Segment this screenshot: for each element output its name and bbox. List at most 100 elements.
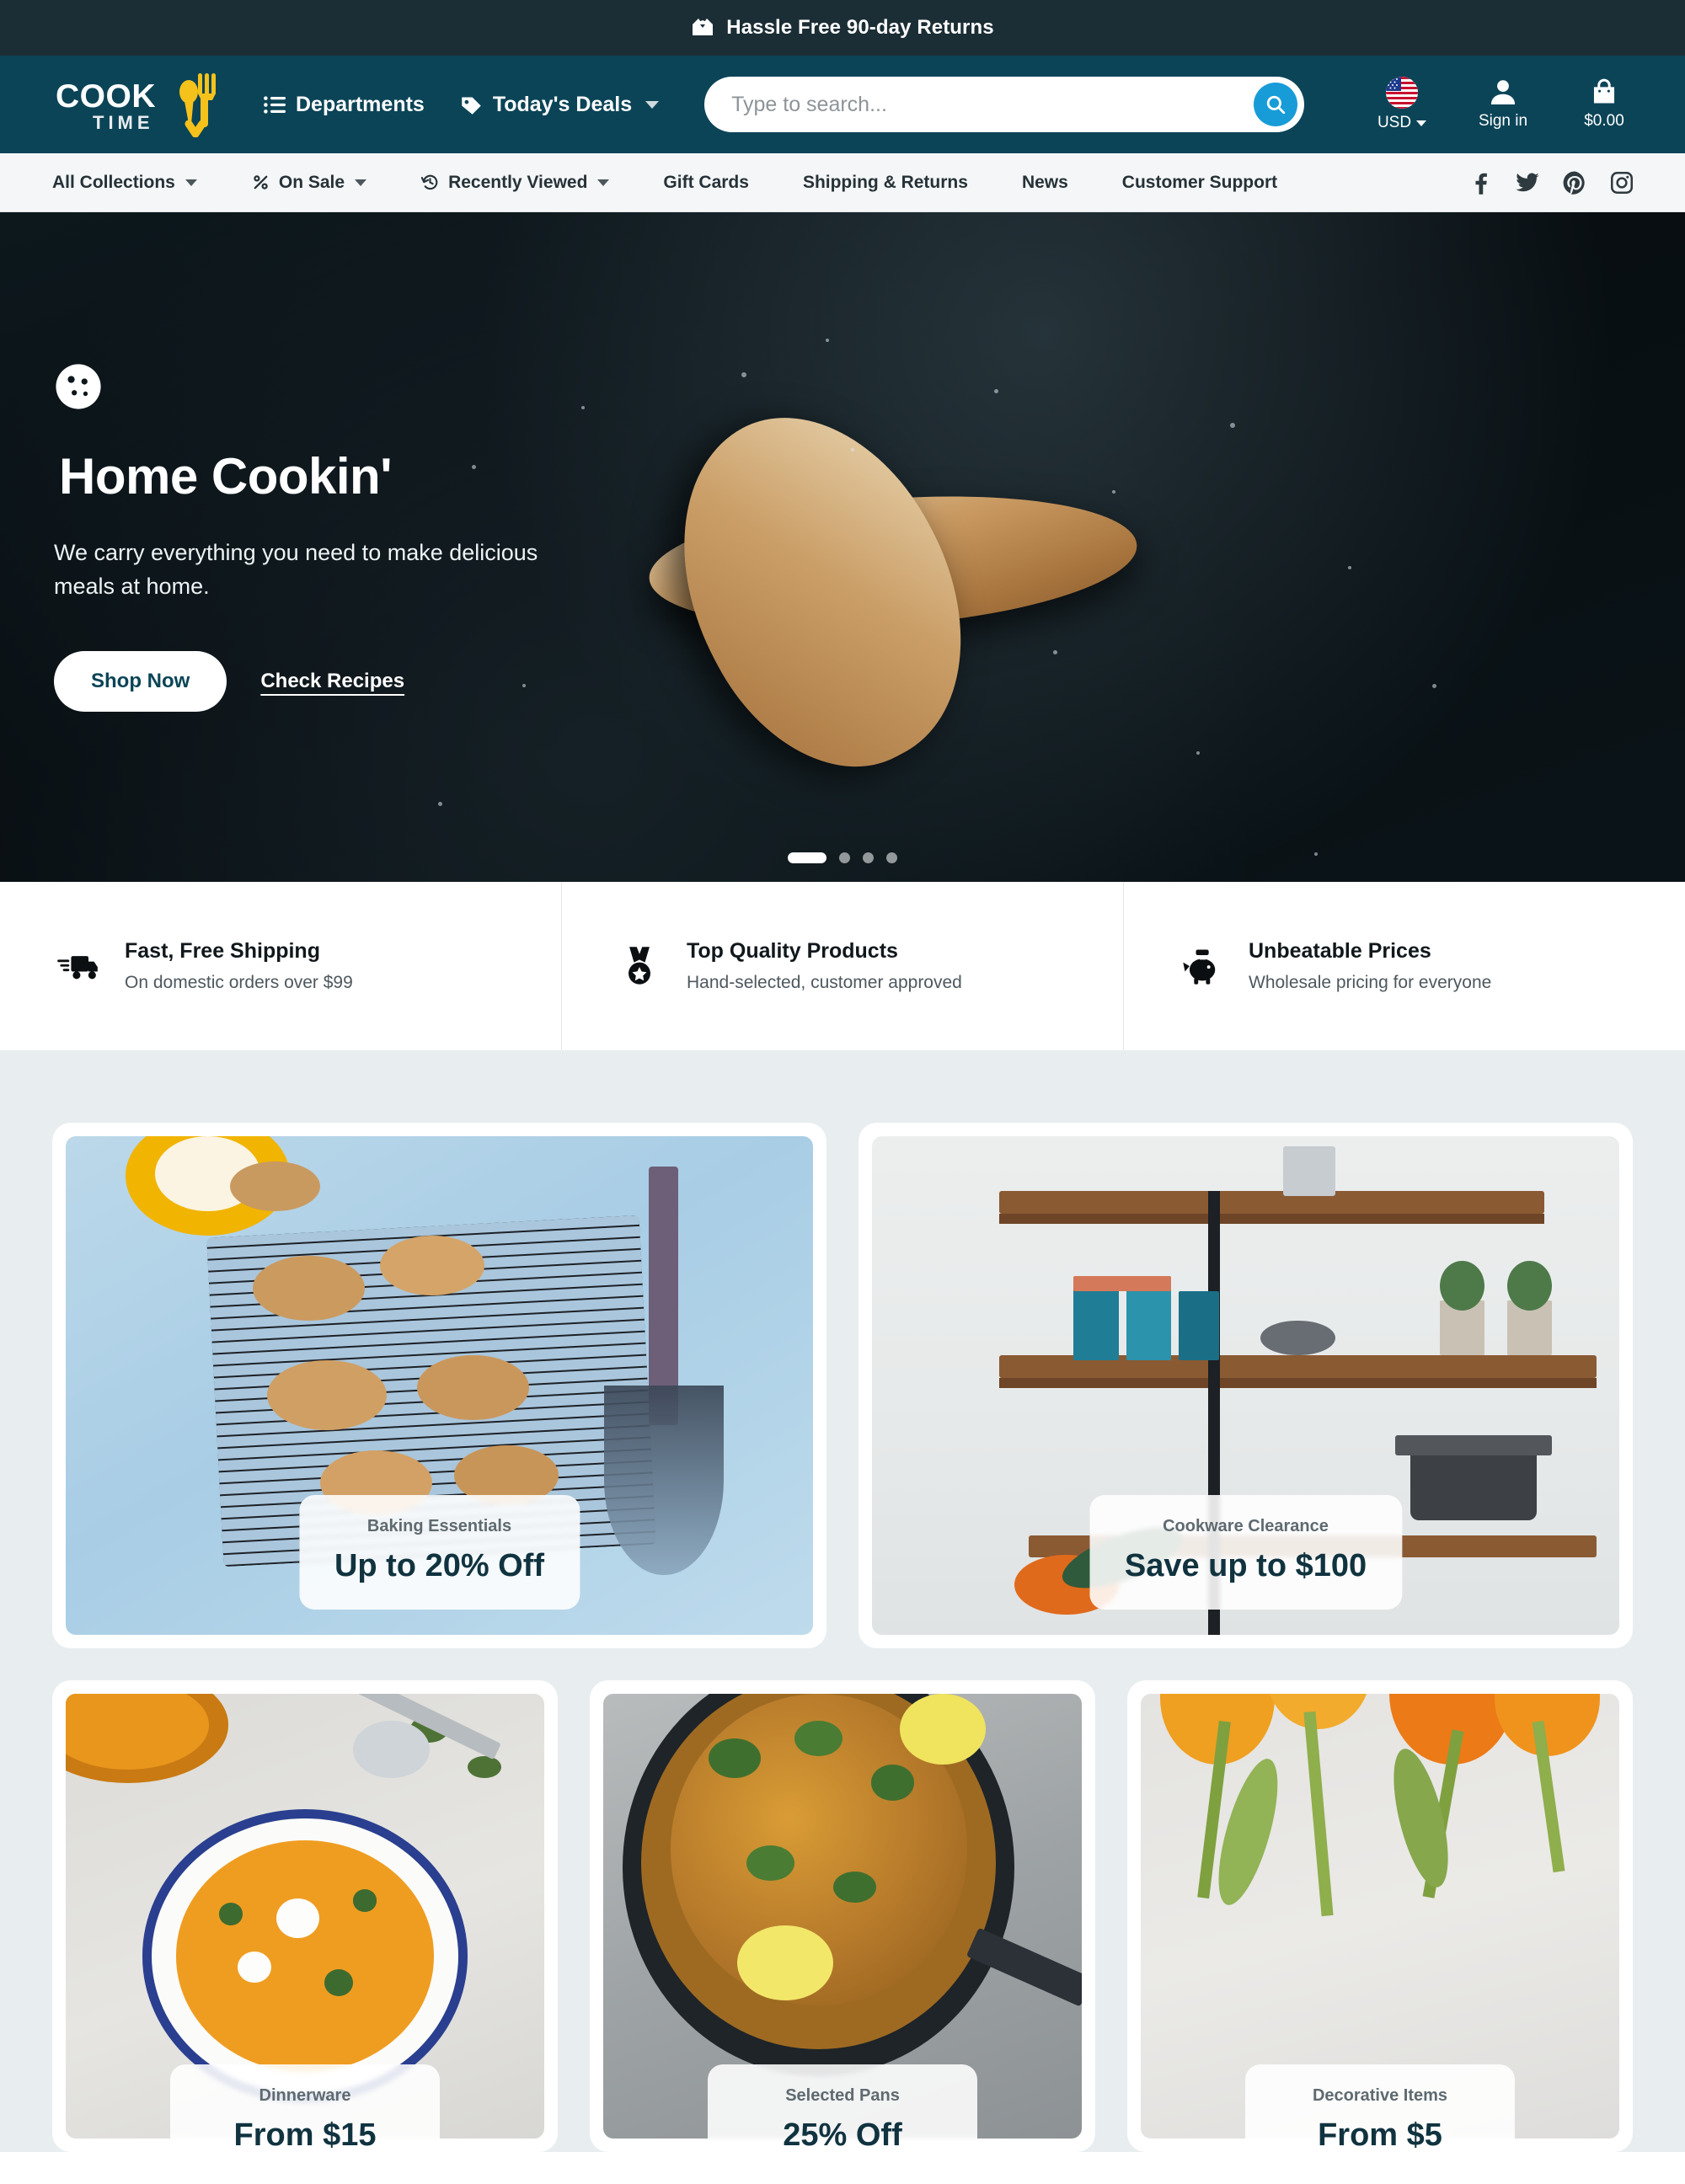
nav-departments[interactable]: Departments: [263, 93, 425, 117]
chevron-down-icon: [185, 179, 197, 186]
list-icon: [264, 95, 286, 114]
hero-content: Home Cookin' We carry everything you nee…: [0, 212, 640, 712]
currency-label: USD: [1377, 114, 1427, 132]
benefit-shipping: Fast, Free Shipping On domestic orders o…: [0, 882, 562, 1050]
subnav-label: Customer Support: [1121, 172, 1278, 192]
promo-kicker: Baking Essentials: [366, 1517, 512, 1535]
promo-row-primary: Baking Essentials Up to 20% Off Cookware…: [52, 1123, 1633, 1648]
spoon-fork-icon: [179, 73, 216, 137]
subnav-label: Recently Viewed: [448, 172, 588, 192]
shopping-bag-icon: [1593, 78, 1615, 104]
subnav-label: News: [1021, 172, 1068, 192]
promo-deal: From $5: [1318, 2117, 1442, 2152]
promo-kicker: Selected Pans: [785, 2086, 900, 2105]
promo-card-cookware-clearance[interactable]: Cookware Clearance Save up to $100: [859, 1123, 1633, 1648]
promo-label: Decorative Items From $5: [1245, 2064, 1515, 2152]
cookie-icon: [56, 364, 101, 409]
nav-departments-label: Departments: [296, 92, 425, 116]
hero-subtitle: We carry everything you need to make del…: [54, 540, 538, 599]
sign-in-button[interactable]: Sign in: [1473, 77, 1533, 131]
logo-primary-text: COOK: [56, 78, 156, 115]
benefits-bar: Fast, Free Shipping On domestic orders o…: [0, 882, 1685, 1050]
promo-label: Selected Pans 25% Off: [708, 2064, 977, 2152]
chevron-down-icon: [645, 100, 660, 109]
logo-secondary-text: TIME: [93, 112, 154, 133]
subnav-item-news[interactable]: News: [1022, 173, 1068, 193]
subnav-label: Gift Cards: [663, 172, 749, 192]
promo-card-decorative-items[interactable]: Decorative Items From $5: [1127, 1680, 1633, 2152]
header-actions: USD Sign in $0.00: [1338, 77, 1634, 132]
check-recipes-link[interactable]: Check Recipes: [260, 670, 404, 693]
benefit-subtitle: On domestic orders over $99: [125, 973, 353, 992]
search-icon: [1266, 95, 1286, 115]
pinterest-icon[interactable]: [1562, 170, 1587, 195]
promotions-section: Baking Essentials Up to 20% Off Cookware…: [0, 1050, 1685, 2152]
announcement-text: Hassle Free 90-day Returns: [726, 16, 994, 39]
promo-card-dinnerware[interactable]: Dinnerware From $15: [52, 1680, 558, 2152]
benefit-title: Fast, Free Shipping: [125, 939, 320, 963]
promo-card-baking-essentials[interactable]: Baking Essentials Up to 20% Off: [52, 1123, 826, 1648]
currency-value: USD: [1377, 114, 1412, 131]
subnav-item-gift-cards[interactable]: Gift Cards: [663, 173, 749, 193]
us-flag-icon: [1386, 77, 1418, 109]
promo-card-selected-pans[interactable]: Selected Pans 25% Off: [590, 1680, 1095, 2152]
cart-total: $0.00: [1584, 112, 1624, 130]
carousel-dot-2[interactable]: [839, 852, 850, 863]
subnav-label: All Collections: [52, 172, 175, 192]
promo-kicker: Decorative Items: [1312, 2086, 1448, 2105]
chevron-down-icon: [355, 179, 367, 186]
promo-label: Cookware Clearance Save up to $100: [1089, 1495, 1403, 1610]
main-header: COOK TIME Departments Today's Deals Type…: [0, 56, 1685, 153]
twitter-icon[interactable]: [1515, 170, 1540, 195]
carousel-dot-1[interactable]: [788, 852, 826, 863]
benefit-subtitle: Hand-selected, customer approved: [687, 973, 962, 992]
user-icon: [1490, 80, 1516, 104]
promo-deal: 25% Off: [783, 2117, 902, 2152]
piggy-bank-icon: [1183, 949, 1216, 985]
delivery-truck-icon: [57, 956, 98, 980]
medal-icon: [629, 947, 650, 985]
benefit-title: Top Quality Products: [687, 939, 898, 963]
subnav-label: Shipping & Returns: [802, 172, 968, 192]
subnav-label: On Sale: [278, 172, 345, 192]
tag-icon: [462, 97, 481, 115]
benefit-subtitle: Wholesale pricing for everyone: [1249, 973, 1492, 992]
carousel-dot-4[interactable]: [886, 852, 897, 863]
instagram-icon[interactable]: [1609, 170, 1634, 195]
carousel-dot-3[interactable]: [863, 852, 874, 863]
cart-button[interactable]: $0.00: [1574, 77, 1634, 131]
subnav-item-recently-viewed[interactable]: Recently Viewed: [420, 172, 610, 193]
chevron-down-icon: [1416, 120, 1427, 126]
facebook-icon[interactable]: [1468, 170, 1493, 195]
subnav-item-customer-support[interactable]: Customer Support: [1122, 173, 1277, 193]
search-button[interactable]: [1254, 83, 1298, 126]
subnav-item-all-collections[interactable]: All Collections: [52, 173, 197, 193]
hero-title: Home Cookin': [54, 450, 407, 503]
carousel-indicators: [0, 852, 1685, 863]
site-logo[interactable]: COOK TIME: [56, 72, 224, 137]
announcement-bar: Hassle Free 90-day Returns: [0, 0, 1685, 56]
hero-actions: Shop Now Check Recipes: [54, 650, 640, 712]
currency-selector[interactable]: USD: [1372, 77, 1432, 132]
promo-label: Baking Essentials Up to 20% Off: [298, 1495, 580, 1610]
hero-carousel: Home Cookin' We carry everything you nee…: [0, 212, 1685, 882]
promo-label: Dinnerware From $15: [170, 2064, 440, 2152]
promo-deal: Up to 20% Off: [334, 1548, 545, 1583]
promo-deal: From $15: [233, 2117, 377, 2152]
nav-todays-deals[interactable]: Today's Deals: [460, 93, 660, 117]
promo-kicker: Cookware Clearance: [1163, 1517, 1329, 1535]
sign-in-label: Sign in: [1478, 112, 1528, 130]
promo-kicker: Dinnerware: [259, 2086, 351, 2105]
social-links: [1468, 170, 1634, 195]
history-icon: [420, 174, 438, 190]
benefit-title: Unbeatable Prices: [1249, 939, 1431, 963]
chevron-down-icon: [597, 179, 610, 186]
subnav-item-on-sale[interactable]: On Sale: [251, 172, 367, 193]
percent-icon: [254, 175, 268, 190]
search-input[interactable]: [704, 77, 1305, 132]
benefit-prices: Unbeatable Prices Wholesale pricing for …: [1124, 882, 1685, 1050]
subnav-item-shipping-returns[interactable]: Shipping & Returns: [803, 173, 968, 193]
promo-row-secondary: Dinnerware From $15 Selected Pans 25% Of…: [52, 1680, 1633, 2152]
shop-now-button[interactable]: Shop Now: [54, 650, 227, 712]
promo-deal: Save up to $100: [1124, 1548, 1367, 1583]
